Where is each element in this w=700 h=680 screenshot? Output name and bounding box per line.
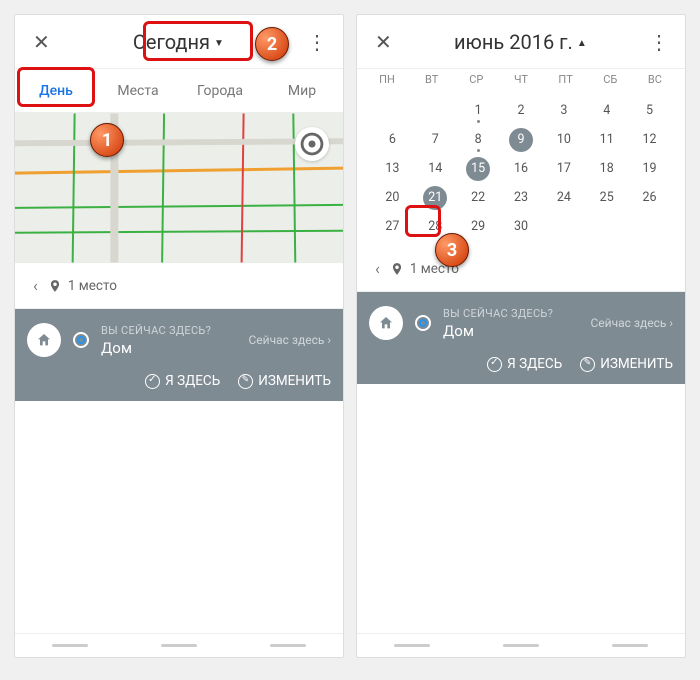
tab-world[interactable]: Мир [261,69,343,112]
phone-left: ✕ Сегодня ▼ ⋮ День Места Города Мир [14,14,344,658]
calendar-day[interactable]: 8 [457,126,500,153]
calendar-day[interactable]: 24 [542,184,585,211]
card-location: Дом [101,339,236,357]
empty-area [15,401,343,633]
calendar-day[interactable]: 29 [457,213,500,240]
card-location: Дом [443,322,578,340]
card-question: ВЫ СЕЙЧАС ЗДЕСЬ? [101,324,236,337]
summary-bar: ‹ 1 место [357,246,685,292]
action-edit[interactable]: ИЗМЕНИТЬ [238,373,331,389]
summary-text: 1 место [410,261,459,277]
menu-icon[interactable]: ⋮ [643,24,673,60]
calendar-day[interactable]: 28 [414,213,457,240]
target-icon [295,127,329,161]
calendar-day[interactable]: 9 [500,126,543,153]
caret-up-icon: ▲ [577,38,587,49]
tab-places[interactable]: Места [97,69,179,112]
empty-area [357,384,685,633]
close-icon[interactable]: ✕ [27,24,56,60]
chevron-left-icon[interactable]: ‹ [25,270,46,301]
summary-text: 1 место [68,278,117,294]
header: ✕ Сегодня ▼ ⋮ [15,15,343,69]
calendar-day [628,213,671,240]
title-text: Сегодня [133,30,210,54]
title-dropdown[interactable]: Сегодня ▼ [56,30,301,54]
check-icon [487,357,502,372]
calendar-day[interactable]: 25 [585,184,628,211]
tab-day[interactable]: День [15,69,97,112]
tab-cities[interactable]: Города [179,69,261,112]
summary-bar: ‹ 1 место [15,263,343,309]
calendar-day[interactable]: 16 [500,155,543,182]
calendar-day[interactable]: 27 [371,213,414,240]
title-dropdown[interactable]: июнь 2016 г. ▲ [398,30,643,54]
calendar-day[interactable]: 1 [457,97,500,124]
now-here-link[interactable]: Сейчас здесь › [590,316,673,330]
calendar-day[interactable]: 17 [542,155,585,182]
action-here[interactable]: Я ЗДЕСЬ [145,373,220,389]
locate-button[interactable] [295,127,329,161]
calendar-day[interactable]: 26 [628,184,671,211]
calendar-day [542,213,585,240]
calendar-day[interactable]: 3 [542,97,585,124]
pencil-icon [580,357,595,372]
radio-indicator[interactable] [73,332,89,348]
calendar-day [585,213,628,240]
location-card: ВЫ СЕЙЧАС ЗДЕСЬ? Дом Сейчас здесь › Я ЗД… [15,309,343,401]
calendar-day[interactable]: 18 [585,155,628,182]
calendar-day[interactable]: 30 [500,213,543,240]
calendar-day[interactable]: 21 [414,184,457,211]
now-here-link[interactable]: Сейчас здесь › [248,333,331,347]
home-icon [369,306,403,340]
calendar-day [371,97,414,124]
calendar-day[interactable]: 14 [414,155,457,182]
calendar-day[interactable]: 6 [371,126,414,153]
android-navbar [357,633,685,657]
calendar-day[interactable]: 23 [500,184,543,211]
calendar-day[interactable]: 4 [585,97,628,124]
tabs: День Места Города Мир [15,69,343,113]
calendar-day[interactable]: 5 [628,97,671,124]
calendar-day[interactable]: 20 [371,184,414,211]
action-edit[interactable]: ИЗМЕНИТЬ [580,356,673,372]
calendar-day[interactable]: 12 [628,126,671,153]
location-card: ВЫ СЕЙЧАС ЗДЕСЬ? Дом Сейчас здесь › Я ЗД… [357,292,685,384]
calendar-grid: 1234567891011121314151617181920212223242… [357,95,685,246]
calendar-day[interactable]: 2 [500,97,543,124]
caret-down-icon: ▼ [214,38,224,49]
close-icon[interactable]: ✕ [369,24,398,60]
check-icon [145,374,160,389]
calendar-day[interactable]: 10 [542,126,585,153]
pin-icon [48,279,62,293]
pencil-icon [238,374,253,389]
calendar-day[interactable]: 13 [371,155,414,182]
card-question: ВЫ СЕЙЧАС ЗДЕСЬ? [443,307,578,320]
map-svg [15,113,343,263]
action-here[interactable]: Я ЗДЕСЬ [487,356,562,372]
title-text: июнь 2016 г. [454,30,573,54]
calendar-day[interactable]: 11 [585,126,628,153]
pin-icon [390,262,404,276]
calendar-day[interactable]: 15 [457,155,500,182]
header: ✕ июнь 2016 г. ▲ ⋮ [357,15,685,69]
map[interactable] [15,113,343,263]
calendar-weekdays: ПН ВТ СР ЧТ ПТ СБ ВС [357,69,685,95]
calendar-day[interactable]: 7 [414,126,457,153]
android-navbar [15,633,343,657]
calendar-day[interactable]: 22 [457,184,500,211]
chevron-left-icon[interactable]: ‹ [367,253,388,284]
menu-icon[interactable]: ⋮ [301,24,331,60]
phone-right: ✕ июнь 2016 г. ▲ ⋮ ПН ВТ СР ЧТ ПТ СБ ВС 1… [356,14,686,658]
radio-indicator[interactable] [415,315,431,331]
home-icon [27,323,61,357]
calendar-day [414,97,457,124]
calendar-day[interactable]: 19 [628,155,671,182]
